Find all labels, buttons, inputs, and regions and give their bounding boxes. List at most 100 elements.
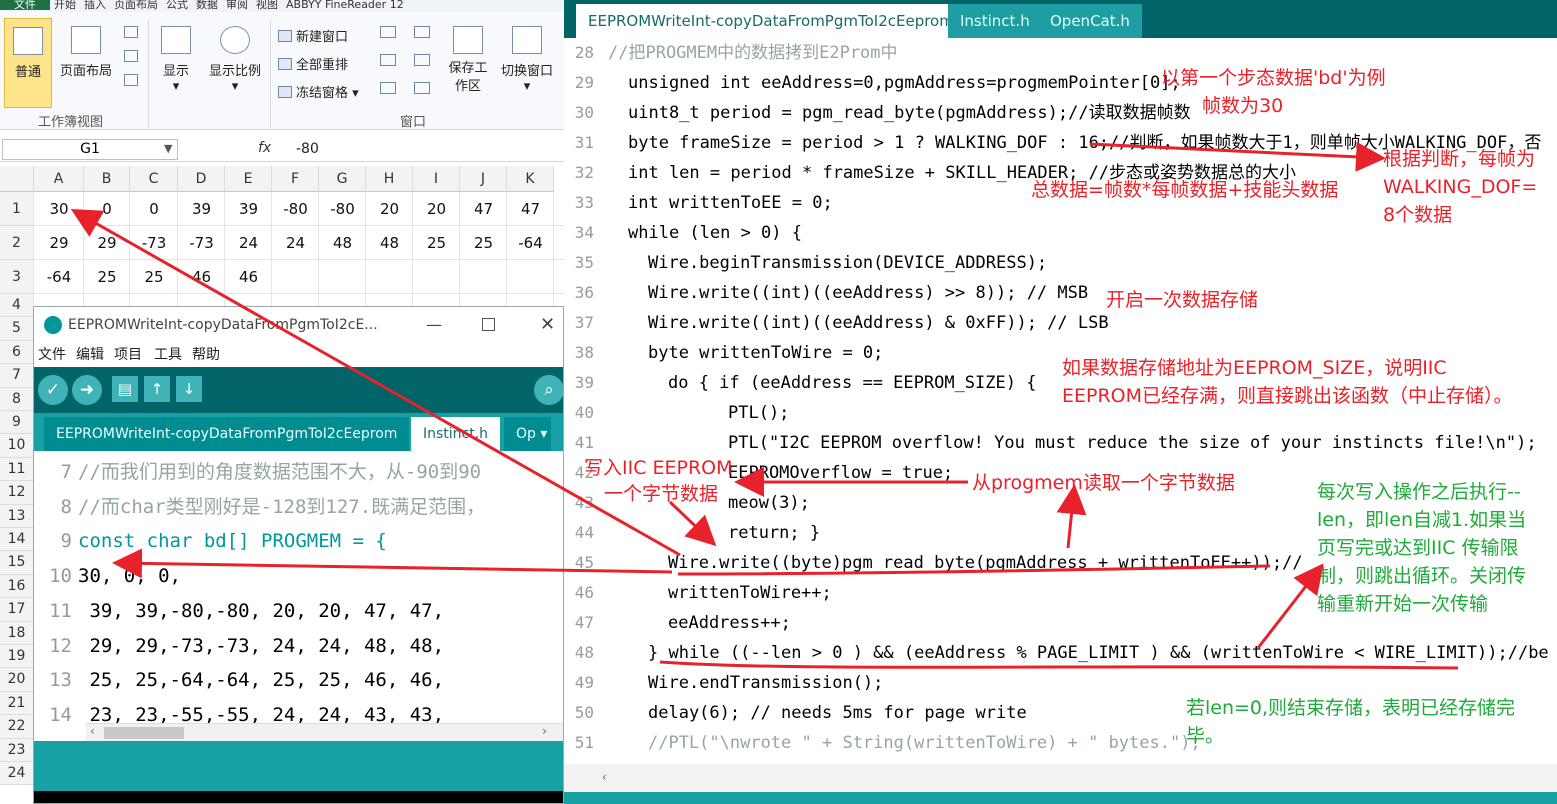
- row-header-11[interactable]: 11: [0, 457, 34, 482]
- row-header-23[interactable]: 23: [0, 738, 34, 762]
- column-header-a[interactable]: A: [34, 166, 84, 192]
- cell[interactable]: [507, 260, 554, 294]
- row-header-10[interactable]: 10: [0, 434, 34, 458]
- unhide-icon[interactable]: [380, 82, 396, 94]
- row-header-21[interactable]: 21: [0, 691, 34, 716]
- new-file-icon[interactable]: ▤: [112, 376, 138, 402]
- formula-input[interactable]: -80: [296, 141, 319, 157]
- cell[interactable]: 25: [84, 260, 130, 294]
- maximize-icon[interactable]: [482, 318, 495, 331]
- close-icon[interactable]: ✕: [540, 307, 555, 343]
- column-header-c[interactable]: C: [130, 166, 178, 192]
- cell[interactable]: 25: [460, 226, 507, 260]
- horizontal-scrollbar[interactable]: ‹: [564, 764, 1557, 792]
- row-header-5[interactable]: 5: [0, 317, 34, 341]
- tab-opencat[interactable]: Op ▾: [504, 417, 552, 451]
- menu-file[interactable]: 文件: [38, 343, 66, 367]
- reset-position-icon[interactable]: [414, 82, 430, 94]
- switch-window-button[interactable]: 切换窗口 ▾: [496, 26, 558, 94]
- tab-abbyy[interactable]: ABBYY FineReader 12: [282, 0, 408, 10]
- cell[interactable]: -73: [130, 226, 178, 260]
- tab-formulas[interactable]: 公式: [162, 0, 192, 10]
- tab-insert[interactable]: 插入: [80, 0, 110, 10]
- row-header-2[interactable]: 2: [0, 226, 34, 260]
- tab-main-sketch[interactable]: EEPROMWriteInt-copyDataFromPgmToI2cEepro…: [44, 417, 410, 451]
- sync-scroll-icon[interactable]: [414, 54, 430, 66]
- name-box[interactable]: G1: [2, 139, 178, 160]
- scroll-right-icon[interactable]: ›: [542, 724, 547, 738]
- cell[interactable]: 25: [130, 260, 178, 294]
- fx-icon[interactable]: fx: [258, 140, 271, 156]
- menu-sketch[interactable]: 项目: [114, 343, 142, 367]
- column-header-d[interactable]: D: [178, 166, 225, 192]
- side-by-side-icon[interactable]: [414, 26, 430, 38]
- cell[interactable]: 20: [366, 192, 413, 226]
- cell[interactable]: -80: [319, 192, 366, 226]
- row-header-17[interactable]: 17: [0, 598, 34, 622]
- tab-view[interactable]: 视图: [252, 0, 282, 10]
- cell[interactable]: 20: [413, 192, 460, 226]
- column-header-i[interactable]: I: [413, 166, 460, 192]
- tab-file[interactable]: 文件: [0, 0, 50, 10]
- cell[interactable]: [366, 260, 413, 294]
- custom-view-icon[interactable]: [124, 50, 138, 62]
- row-header-16[interactable]: 16: [0, 574, 34, 599]
- cell[interactable]: 0: [130, 192, 178, 226]
- row-header-3[interactable]: 3: [0, 260, 34, 294]
- row-header-8[interactable]: 8: [0, 387, 34, 411]
- code-editor[interactable]: 7 //而我们用到的角度数据范围不大，从-90到90 8 //而char类型刚好是-1…: [34, 451, 563, 726]
- split-icon[interactable]: [380, 26, 396, 38]
- column-header-k[interactable]: K: [507, 166, 554, 192]
- row-header-6[interactable]: 6: [0, 340, 34, 365]
- column-header-e[interactable]: E: [225, 166, 272, 192]
- row-header-20[interactable]: 20: [0, 668, 34, 692]
- new-window-button[interactable]: 新建窗口: [278, 26, 348, 45]
- cell[interactable]: 39: [225, 192, 272, 226]
- row-header-12[interactable]: 12: [0, 481, 34, 505]
- cell[interactable]: 0: [84, 192, 130, 226]
- cell[interactable]: 48: [319, 226, 366, 260]
- tab-page-layout[interactable]: 页面布局: [110, 0, 162, 10]
- menu-help[interactable]: 帮助: [192, 343, 220, 367]
- row-header-15[interactable]: 15: [0, 551, 34, 575]
- column-header-j[interactable]: J: [460, 166, 507, 192]
- menu-tools[interactable]: 工具: [154, 343, 182, 367]
- zoom-button[interactable]: 显示比例 ▾: [204, 26, 266, 94]
- scroll-left-icon[interactable]: ‹: [90, 724, 95, 738]
- tab-home[interactable]: 开始: [50, 0, 80, 10]
- row-header-24[interactable]: 24: [0, 762, 34, 786]
- row-header-4[interactable]: 4: [0, 294, 34, 318]
- tab-data[interactable]: 数据: [192, 0, 222, 10]
- cell[interactable]: [460, 260, 507, 294]
- cell[interactable]: [272, 260, 319, 294]
- row-header-18[interactable]: 18: [0, 621, 34, 645]
- tab-menu-icon[interactable]: ▾: [540, 426, 547, 442]
- cell[interactable]: 46: [225, 260, 272, 294]
- menu-edit[interactable]: 编辑: [76, 343, 104, 367]
- row-header-22[interactable]: 22: [0, 715, 34, 739]
- page-break-icon[interactable]: [124, 26, 138, 38]
- row-header-14[interactable]: 14: [0, 528, 34, 552]
- cell[interactable]: -80: [272, 192, 319, 226]
- row-header-1[interactable]: 1: [0, 192, 34, 226]
- row-header-7[interactable]: 7: [0, 364, 34, 388]
- row-header-13[interactable]: 13: [0, 504, 34, 528]
- tab-instinct[interactable]: Instinct.h: [411, 417, 501, 451]
- select-all-corner[interactable]: [0, 166, 34, 192]
- normal-view-button[interactable]: 普通: [4, 18, 52, 108]
- save-workspace-button[interactable]: 保存工作区: [444, 26, 492, 96]
- cell[interactable]: 48: [366, 226, 413, 260]
- cell[interactable]: 30: [34, 192, 84, 226]
- open-file-icon[interactable]: ↑: [144, 376, 170, 402]
- cell[interactable]: 47: [460, 192, 507, 226]
- cell[interactable]: 47: [507, 192, 554, 226]
- cell[interactable]: 25: [413, 226, 460, 260]
- save-file-icon[interactable]: ↓: [176, 376, 202, 402]
- cell[interactable]: 24: [272, 226, 319, 260]
- cell[interactable]: 39: [178, 192, 225, 226]
- hide-icon[interactable]: [380, 54, 396, 66]
- minimize-icon[interactable]: —: [426, 307, 442, 343]
- scroll-left-icon[interactable]: ‹: [602, 770, 607, 784]
- cell[interactable]: 29: [34, 226, 84, 260]
- cell[interactable]: -64: [34, 260, 84, 294]
